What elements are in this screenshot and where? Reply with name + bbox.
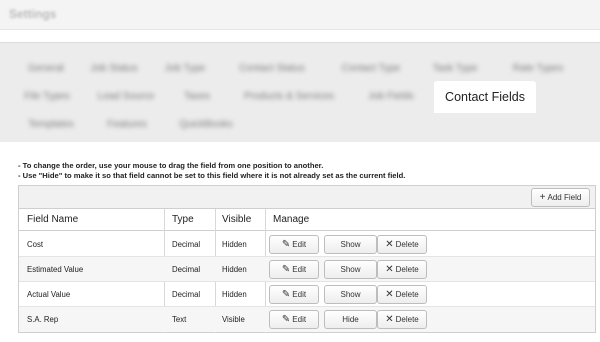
header-type: Type (172, 214, 194, 225)
table-header: Field Name Type Visible Manage (19, 209, 595, 231)
toggle-label: Show (340, 265, 361, 274)
settings-tabs: General Job Status Job Type Contact Stat… (0, 42, 600, 142)
tab-lead-source[interactable]: Lead Source (82, 85, 170, 109)
close-icon: ✕ (385, 264, 394, 275)
tab-contact-fields[interactable]: Contact Fields (434, 81, 536, 113)
hide-button[interactable]: Hide (324, 310, 377, 329)
pencil-icon: ✎ (281, 264, 291, 275)
contact-fields-table: + Add Field Field Name Type Visible Manag… (18, 185, 596, 333)
show-button[interactable]: Show (324, 285, 377, 304)
type-cell: Decimal (172, 290, 201, 299)
delete-label: Delete (395, 265, 419, 274)
tab-contact-type[interactable]: Contact Type (325, 57, 417, 81)
edit-label: Edit (292, 240, 307, 249)
pencil-icon: ✎ (281, 289, 291, 300)
tab-general[interactable]: General (14, 57, 78, 81)
tab-job-type[interactable]: Job Type (150, 57, 220, 81)
delete-label: Delete (395, 315, 419, 324)
add-field-button[interactable]: + Add Field (531, 188, 590, 207)
close-icon: ✕ (385, 289, 394, 300)
table-row[interactable]: Actual Value Decimal Hidden ✎ Edit Show ✕… (19, 282, 595, 307)
tab-file-types[interactable]: File Types (14, 85, 80, 109)
tab-contact-status[interactable]: Contact Status (222, 57, 322, 81)
edit-label: Edit (292, 290, 307, 299)
edit-button[interactable]: ✎ Edit (269, 310, 319, 329)
table-row[interactable]: Cost Decimal Hidden ✎ Edit Show ✕ Delete (19, 232, 595, 257)
field-name-cell: Estimated Value (27, 265, 84, 274)
tab-job-status[interactable]: Job Status (78, 57, 150, 81)
pencil-icon: ✎ (281, 239, 291, 250)
visible-cell: Visible (222, 315, 245, 324)
instruction-line: - To change the order, use your mouse to… (18, 161, 324, 170)
header-manage: Manage (273, 214, 310, 225)
visible-cell: Hidden (222, 265, 247, 274)
show-button[interactable]: Show (324, 235, 377, 254)
type-cell: Text (172, 315, 187, 324)
add-field-label: Add Field (547, 193, 582, 202)
header-visible: Visible (222, 214, 252, 225)
instruction-line: - Use "Hide" to make it so that field ca… (18, 171, 406, 180)
tab-products-services[interactable]: Products & Services (224, 85, 354, 109)
edit-button[interactable]: ✎ Edit (269, 260, 319, 279)
type-cell: Decimal (172, 265, 201, 274)
table-row[interactable]: S.A. Rep Text Visible ✎ Edit Hide ✕ Delete (19, 307, 595, 332)
edit-button[interactable]: ✎ Edit (269, 285, 319, 304)
type-cell: Decimal (172, 240, 201, 249)
visible-cell: Hidden (222, 290, 247, 299)
close-icon: ✕ (385, 314, 394, 325)
field-name-cell: Cost (27, 240, 44, 249)
page-title: Settings (9, 7, 57, 21)
edit-label: Edit (292, 315, 307, 324)
delete-button[interactable]: ✕ Delete (377, 260, 427, 279)
tab-task-type[interactable]: Task Type (420, 57, 490, 81)
tab-rate-types[interactable]: Rate Types (496, 57, 580, 81)
table-row[interactable]: Estimated Value Decimal Hidden ✎ Edit Sho… (19, 257, 595, 282)
tab-job-fields[interactable]: Job Fields (356, 85, 426, 109)
page-header: Settings (0, 0, 600, 30)
edit-button[interactable]: ✎ Edit (269, 235, 319, 254)
table-toolbar: + Add Field (19, 186, 595, 209)
delete-label: Delete (395, 290, 419, 299)
close-icon: ✕ (385, 239, 394, 250)
header-field-name: Field Name (27, 214, 79, 225)
instructions: - To change the order, use your mouse to… (18, 161, 405, 181)
delete-button[interactable]: ✕ Delete (377, 310, 427, 329)
plus-icon: + (539, 192, 546, 203)
delete-label: Delete (395, 240, 419, 249)
delete-button[interactable]: ✕ Delete (377, 285, 427, 304)
delete-button[interactable]: ✕ Delete (377, 235, 427, 254)
tab-taxes[interactable]: Taxes (172, 85, 222, 109)
toggle-label: Show (340, 240, 361, 249)
tab-quickbooks[interactable]: QuickBooks (164, 113, 248, 137)
field-name-cell: Actual Value (27, 290, 71, 299)
tab-features[interactable]: Features (92, 113, 162, 137)
tab-templates[interactable]: Templates (14, 113, 88, 137)
edit-label: Edit (292, 265, 307, 274)
toggle-label: Hide (342, 315, 359, 324)
show-button[interactable]: Show (324, 260, 377, 279)
field-name-cell: S.A. Rep (27, 315, 59, 324)
visible-cell: Hidden (222, 240, 247, 249)
pencil-icon: ✎ (281, 314, 291, 325)
toggle-label: Show (340, 290, 361, 299)
